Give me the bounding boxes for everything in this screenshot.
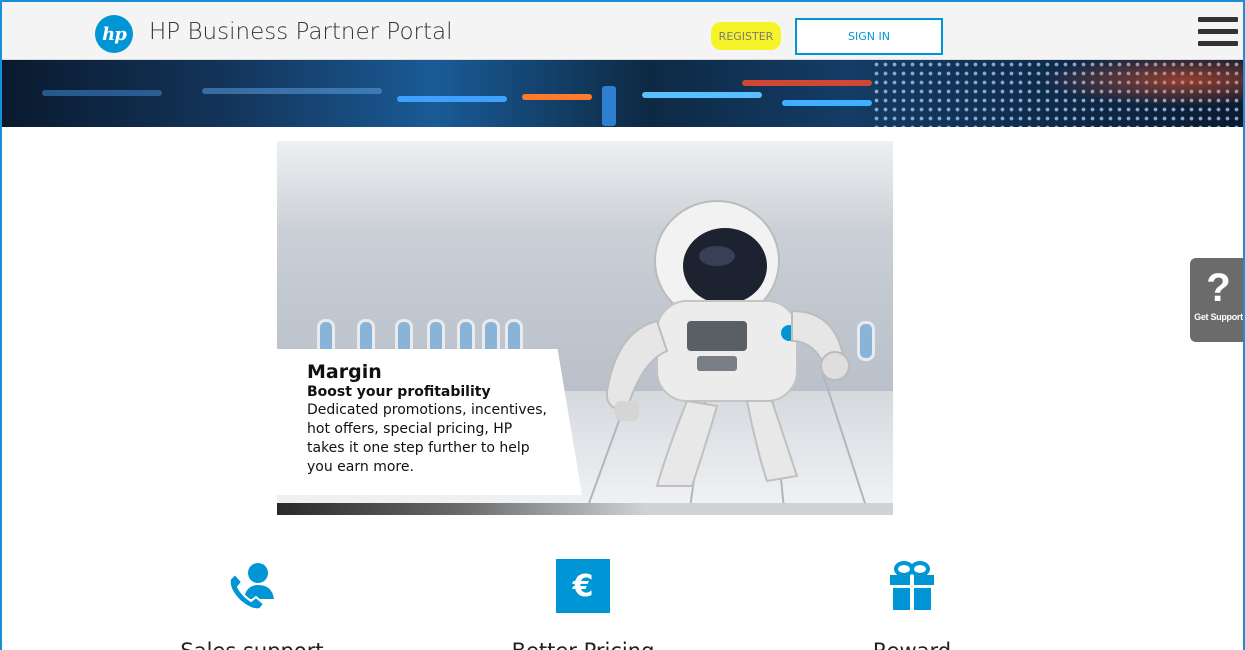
browser-viewport: hp HP Business Partner Portal REGISTER S… (0, 0, 1245, 650)
gift-icon (884, 559, 940, 615)
feature-label: Sales support (152, 639, 352, 650)
sign-in-button[interactable]: SIGN IN (795, 18, 943, 55)
feature-reward[interactable]: Reward (812, 559, 1012, 650)
question-icon: ? (1206, 266, 1231, 310)
hero-caption: Margin Boost your profitability Dedicate… (277, 349, 582, 495)
hp-logo-text: hp (102, 23, 127, 45)
phone-person-icon (224, 559, 280, 615)
site-header: hp HP Business Partner Portal REGISTER S… (2, 2, 1243, 60)
hero-banner[interactable]: Margin Boost your profitability Dedicate… (277, 141, 893, 515)
feature-label: Better Pricing (483, 639, 683, 650)
feature-label: Reward (812, 639, 1012, 650)
hero-body: Dedicated promotions, incentives, hot of… (307, 402, 547, 475)
hp-logo[interactable]: hp (95, 15, 133, 53)
euro-icon: € (555, 559, 611, 615)
get-support-button[interactable]: ? Get Support (1190, 258, 1243, 342)
hero-subtitle: Boost your profitability (307, 384, 491, 400)
astronaut-image (605, 200, 850, 487)
hero-title: Margin (307, 361, 382, 383)
header-banner-image (2, 60, 1243, 127)
portal-title: HP Business Partner Portal (149, 19, 453, 45)
register-link[interactable]: REGISTER (711, 22, 781, 50)
get-support-label: Get Support (1194, 312, 1243, 322)
feature-better-pricing[interactable]: € Better Pricing (483, 559, 683, 650)
feature-sales-support[interactable]: Sales support (152, 559, 352, 650)
menu-icon[interactable] (1198, 17, 1238, 47)
